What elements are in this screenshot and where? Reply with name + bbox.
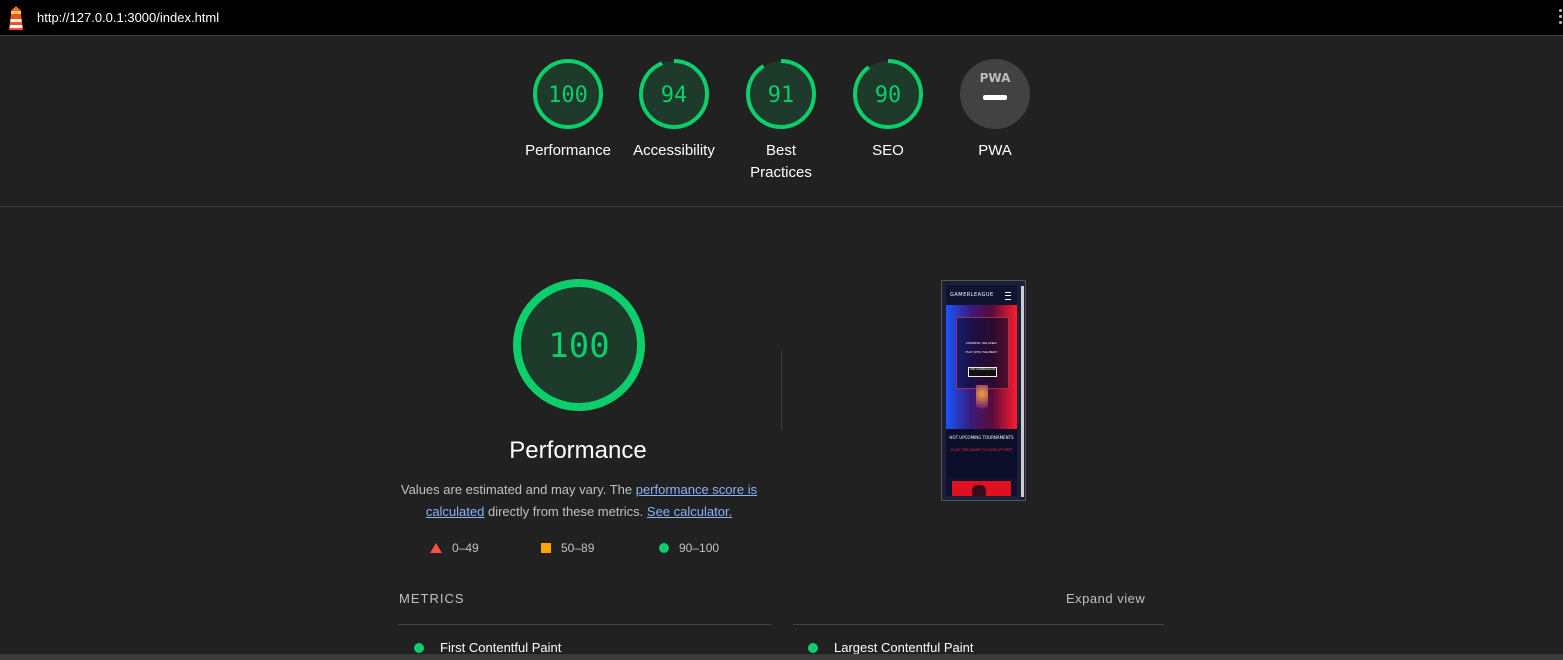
metrics-divider-left <box>398 624 771 625</box>
category-scores: 100 Performance 94 Accessibility 91 Best Pract… <box>0 58 1563 198</box>
performance-title: Performance <box>509 437 647 464</box>
big-gauge-score: 100 <box>548 326 609 366</box>
header-divider <box>0 206 1563 207</box>
hero-line-2: PLAY WITH THE BEST. <box>965 350 998 354</box>
desc-prefix: Values are estimated and may vary. The <box>400 482 636 497</box>
gauge-label: PWA <box>978 142 1012 159</box>
thumb-section: HOT UPCOMING TOURNAMENTS CLICK THE GAMES… <box>946 429 1017 477</box>
performance-description: Values are estimated and may vary. The p… <box>398 479 760 522</box>
gauge-label: SEO <box>872 142 904 159</box>
vertical-divider <box>781 351 782 431</box>
top-bar: http://127.0.0.1:3000/index.html <box>0 0 1563 36</box>
section-title: HOT UPCOMING TOURNAMENTS <box>949 435 1014 440</box>
category-gauge-seo[interactable]: 90 SEO <box>835 58 941 162</box>
circle-icon <box>414 642 424 653</box>
legend-range: 0–49 <box>452 541 479 555</box>
hero-line-1: COMPETE THE ONES. <box>965 341 998 345</box>
metric-lcp: Largest Contentful Paint <box>808 640 973 655</box>
desc-middle: directly from these metrics. <box>484 503 647 519</box>
horizontal-scrollbar[interactable] <box>0 654 1563 660</box>
gauge-label: Best Practices <box>750 142 812 181</box>
metrics-heading: METRICS <box>399 591 465 606</box>
gauge-label: Accessibility <box>633 142 715 159</box>
see-calculator-link[interactable]: See calculator. <box>647 504 732 519</box>
expand-view-button[interactable]: Expand view <box>1066 591 1145 606</box>
legend-range: 50–89 <box>561 541 595 555</box>
gauge-ring: 91 <box>746 59 816 129</box>
legend-fail: 0–49 <box>430 541 479 555</box>
screenshot-page: GAMERLEAGUE COMPETE THE ONES. PLAY WITH … <box>946 285 1017 496</box>
thumb-card <box>952 481 1011 496</box>
thumb-scrollbar <box>1021 286 1024 497</box>
thumb-header: GAMERLEAGUE <box>946 285 1017 305</box>
category-gauge-pwa[interactable]: PWA PWA <box>942 58 1048 162</box>
triangle-icon <box>430 543 442 553</box>
gauge-label: Performance <box>525 142 611 159</box>
hero-button: JOIN GAMERLEAGUE <box>968 367 997 377</box>
category-gauge-performance[interactable]: 100 Performance <box>515 58 621 162</box>
gauge-ring: 100 <box>533 59 603 129</box>
gauge-ring: PWA <box>960 59 1030 129</box>
circle-icon <box>808 642 818 653</box>
performance-big-gauge: 100 <box>513 279 645 411</box>
gauge-score: 94 <box>661 83 688 108</box>
gauge-score: 90 <box>875 83 902 108</box>
legend-pass: 90–100 <box>659 541 719 555</box>
square-icon <box>541 543 551 553</box>
gauge-score: 91 <box>768 83 795 108</box>
metric-label: Largest Contentful Paint <box>834 640 974 655</box>
circle-icon <box>659 543 669 553</box>
report-url[interactable]: http://127.0.0.1:3000/index.html <box>37 10 219 25</box>
lighthouse-logo-icon <box>9 6 23 30</box>
menu-icon <box>1005 292 1011 300</box>
category-gauge-accessibility[interactable]: 94 Accessibility <box>621 58 727 162</box>
gauge-score: 100 <box>548 83 588 108</box>
metrics-divider-right <box>793 624 1164 625</box>
thumb-hero: COMPETE THE ONES. PLAY WITH THE BEST. JO… <box>946 305 1017 429</box>
thumb-brand: GAMERLEAGUE <box>950 292 994 298</box>
card-image <box>972 485 986 496</box>
metric-fcp: First Contentful Paint <box>414 640 561 655</box>
pwa-dash-icon <box>983 95 1007 100</box>
legend-average: 50–89 <box>541 541 594 555</box>
legend-range: 90–100 <box>679 541 720 555</box>
section-subtitle: CLICK THE GAMES TO SIGN UP FIRST <box>950 448 1013 452</box>
category-gauge-best-practices[interactable]: 91 Best Practices <box>728 58 834 184</box>
gauge-ring: 90 <box>853 59 923 129</box>
more-options-icon[interactable] <box>1557 9 1563 27</box>
final-screenshot[interactable]: GAMERLEAGUE COMPETE THE ONES. PLAY WITH … <box>941 280 1026 501</box>
metric-label: First Contentful Paint <box>440 640 562 655</box>
gauge-ring: 94 <box>639 59 709 129</box>
hero-figure <box>976 385 988 415</box>
pwa-badge-icon: PWA <box>980 71 1011 85</box>
